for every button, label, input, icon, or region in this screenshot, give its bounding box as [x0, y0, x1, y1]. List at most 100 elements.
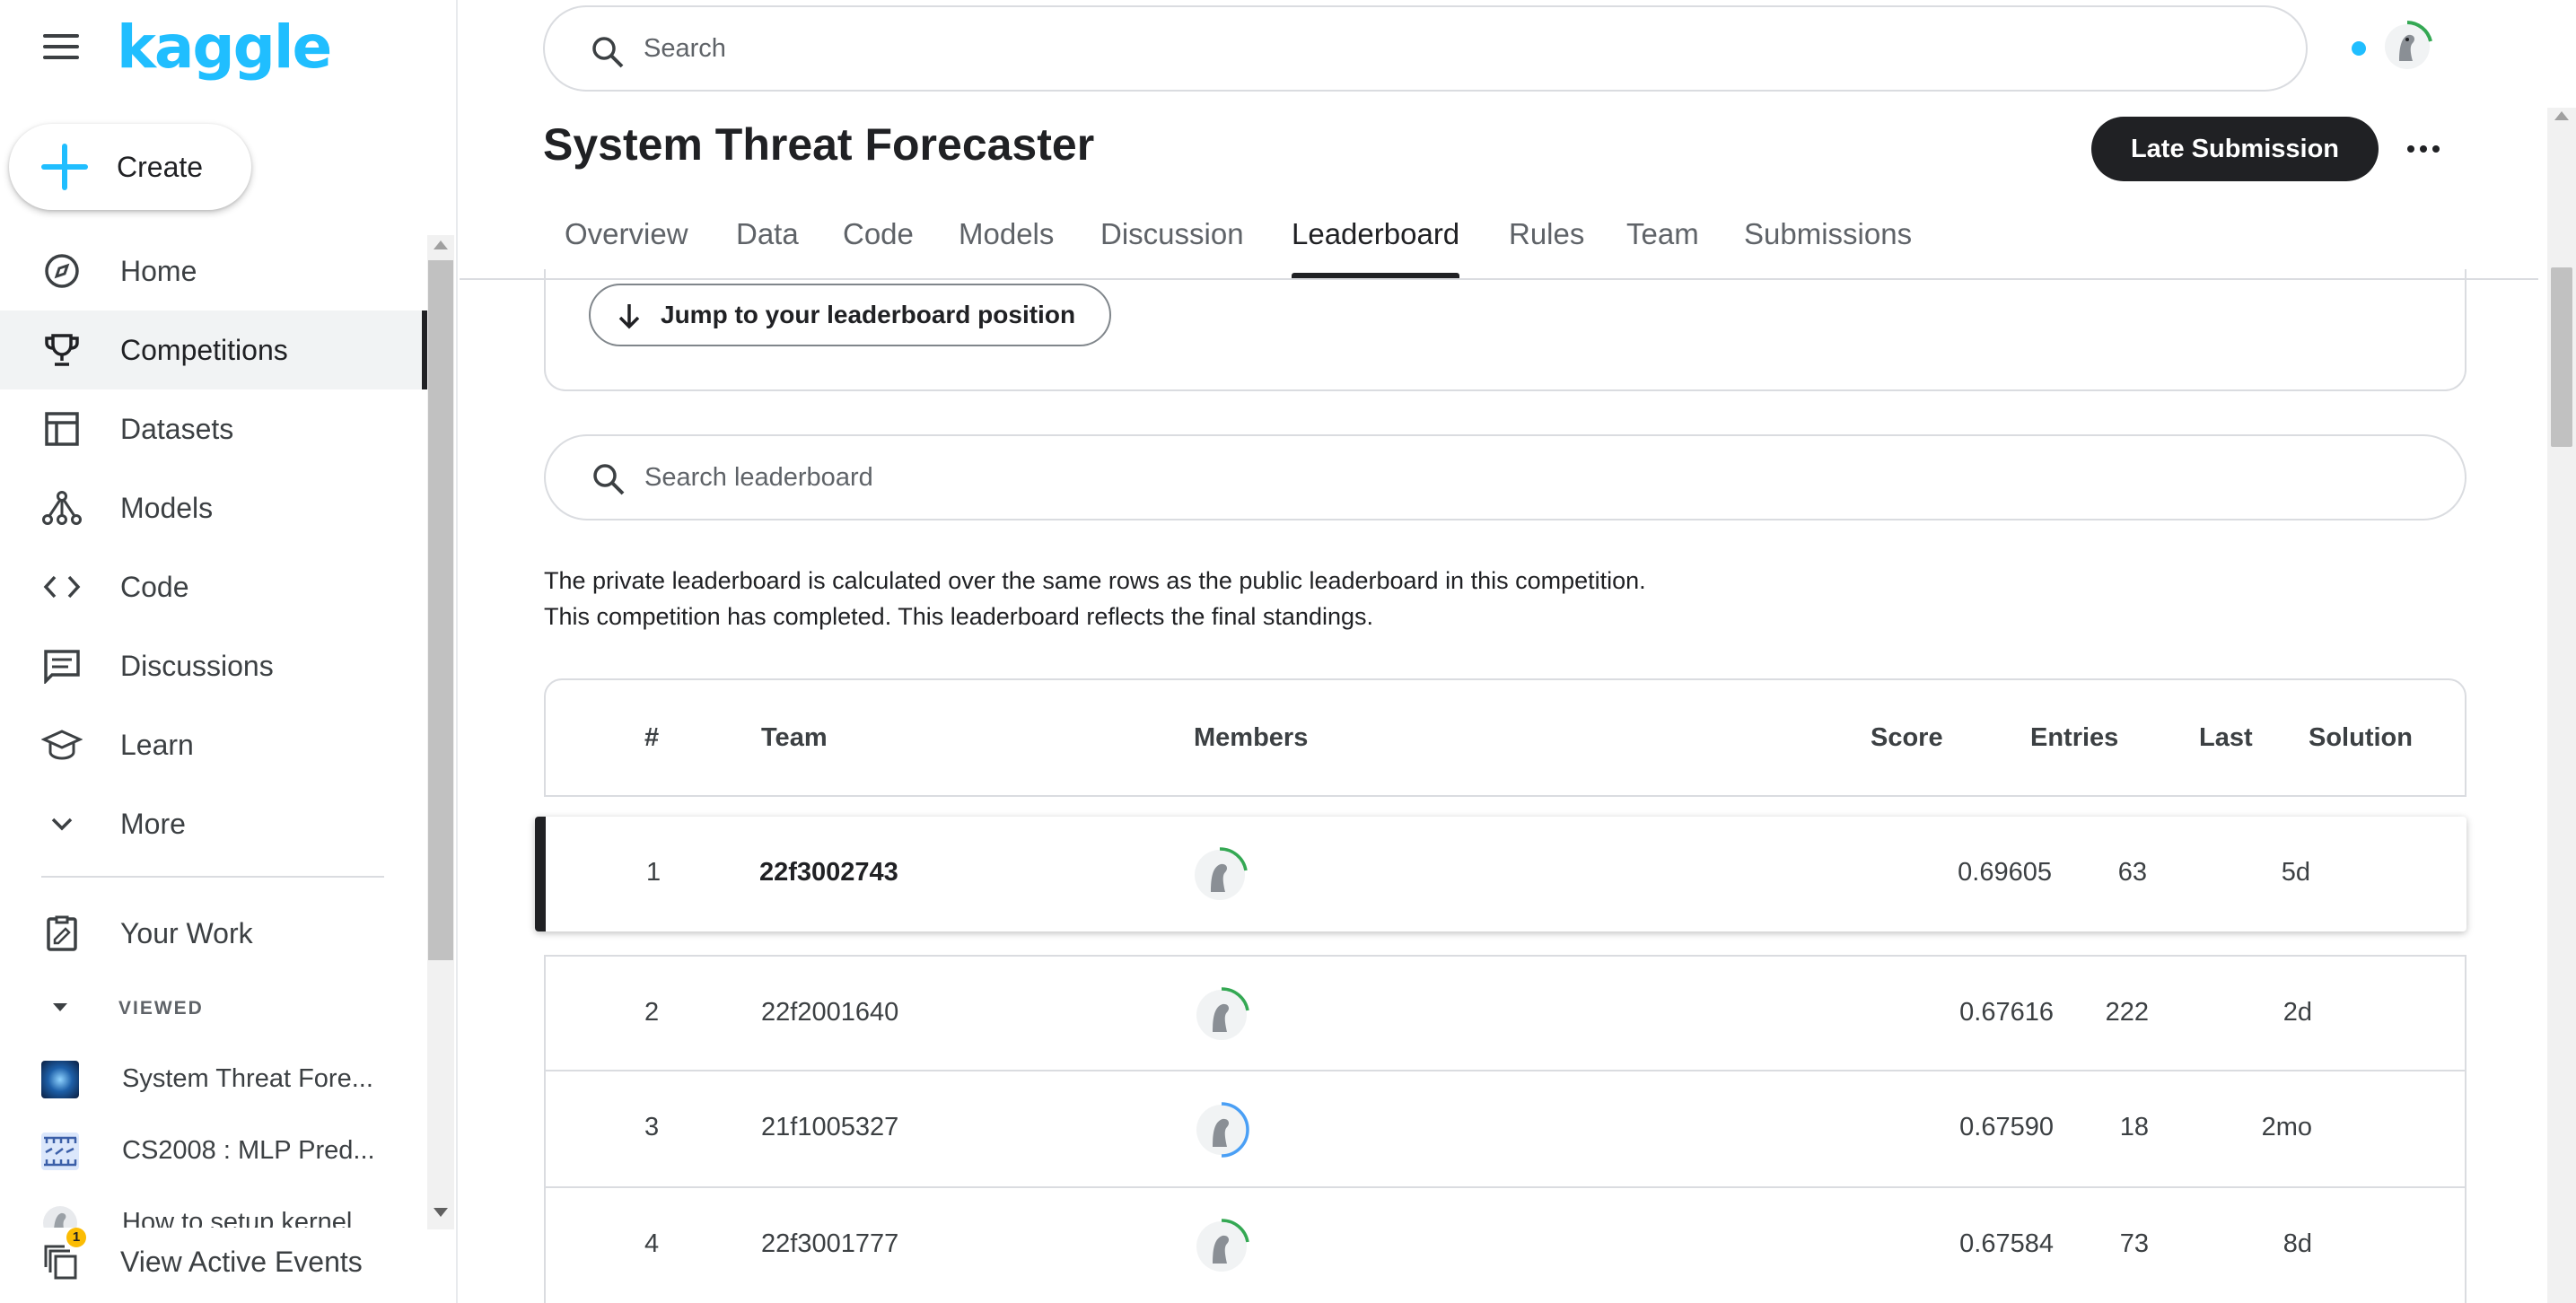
models-icon [42, 491, 82, 525]
sidebar-item-label: Models [120, 491, 214, 524]
column-header-score[interactable]: Score [1871, 723, 1943, 753]
leaderboard-search-placeholder: Search leaderboard [644, 463, 873, 492]
more-options-icon[interactable] [2405, 131, 2441, 167]
column-header-solution: Solution [2309, 723, 2413, 752]
avatar[interactable] [1192, 1100, 1251, 1159]
leaderboard-header: # Team Members Score Entries Last Soluti… [544, 678, 2466, 797]
sidebar-item-datasets[interactable]: Datasets [0, 389, 427, 468]
trophy-icon [45, 334, 79, 366]
clipboard-icon [47, 915, 77, 951]
view-active-events-button[interactable]: 1 View Active Events [0, 1228, 427, 1299]
row-rank: 2 [644, 998, 660, 1027]
sidebar-item-label: Discussions [120, 649, 274, 682]
avatar[interactable] [1192, 985, 1251, 1045]
viewed-label: VIEWED [118, 998, 204, 1019]
competition-thumbnail [41, 1061, 79, 1098]
user-avatar[interactable] [2380, 20, 2434, 74]
row-rank: 1 [646, 858, 662, 887]
page-title: System Threat Forecaster [543, 119, 1095, 170]
competition-thumbnail [41, 1132, 79, 1170]
scroll-up-arrow-icon[interactable] [434, 240, 448, 249]
table-icon [45, 412, 79, 446]
table-row[interactable]: 4 22f3001777 0.67584 73 8d [544, 1188, 2466, 1303]
row-entries: 222 [2105, 998, 2149, 1027]
sidebar-item-label: More [120, 807, 186, 840]
jump-to-position-button[interactable]: Jump to your leaderboard position [589, 284, 1111, 346]
row-rank: 3 [644, 1113, 660, 1141]
row-last: 8d [2282, 1229, 2312, 1258]
row-rank: 4 [644, 1229, 660, 1258]
row-team-name[interactable]: 22f3002743 [759, 858, 898, 888]
row-team-name[interactable]: 22f3001777 [761, 1229, 898, 1259]
search-icon [592, 37, 624, 68]
sidebar: kaggle Create Home Competitions Datasets… [0, 0, 458, 1303]
compass-icon [45, 254, 79, 288]
page-scrollbar-thumb[interactable] [2551, 267, 2572, 447]
sidebar-item-competitions[interactable]: Competitions [0, 310, 427, 389]
row-score: 0.67616 [1959, 998, 2054, 1027]
code-icon [43, 575, 81, 599]
tab-submissions[interactable]: Submissions [1744, 210, 1912, 278]
viewed-item-label: CS2008 : MLP Pred... [122, 1136, 375, 1165]
sidebar-item-models[interactable]: Models [0, 468, 427, 547]
tab-discussion[interactable]: Discussion [1100, 210, 1244, 278]
row-last: 2d [2282, 998, 2312, 1027]
viewed-item-label: System Threat Fore... [122, 1064, 373, 1093]
sidebar-item-label: Your Work [120, 916, 253, 949]
row-score: 0.69605 [1958, 858, 2052, 887]
sidebar-item-learn[interactable]: Learn [0, 705, 427, 784]
row-team-name[interactable]: 22f2001640 [761, 998, 898, 1028]
active-events-label: View Active Events [120, 1246, 363, 1278]
late-submission-button[interactable]: Late Submission [2091, 117, 2379, 181]
tab-rules[interactable]: Rules [1509, 210, 1584, 278]
stacked-windows-icon [44, 1245, 77, 1280]
column-header-last[interactable]: Last [2199, 723, 2253, 753]
sidebar-item-label: Home [120, 254, 197, 287]
sidebar-item-code[interactable]: Code [0, 547, 427, 626]
row-team-name[interactable]: 21f1005327 [761, 1113, 898, 1142]
sidebar-item-home[interactable]: Home [0, 232, 427, 310]
avatar[interactable] [1192, 1217, 1251, 1276]
viewed-item[interactable]: CS2008 : MLP Pred... [0, 1116, 427, 1188]
sidebar-scrollbar-thumb[interactable] [428, 260, 453, 960]
column-header-entries[interactable]: Entries [2030, 723, 2118, 753]
arrow-down-icon [618, 304, 640, 329]
table-row[interactable]: 2 22f2001640 0.67616 222 2d [544, 955, 2466, 1071]
chevron-down-icon [51, 818, 73, 831]
sidebar-nav: Home Competitions Datasets Models Code D… [0, 232, 427, 1237]
viewed-item[interactable]: System Threat Fore... [0, 1045, 427, 1116]
column-header-rank[interactable]: # [644, 723, 659, 753]
sidebar-item-label: Competitions [120, 333, 288, 366]
sidebar-item-discussions[interactable]: Discussions [0, 626, 427, 705]
create-button[interactable]: Create [9, 124, 251, 210]
tab-overview[interactable]: Overview [565, 210, 688, 278]
row-entries: 63 [2117, 858, 2147, 887]
sidebar-item-more[interactable]: More [0, 784, 427, 863]
scroll-down-arrow-icon[interactable] [434, 1208, 448, 1217]
kaggle-logo[interactable]: kaggle [117, 13, 332, 82]
sidebar-item-label: Learn [120, 728, 194, 761]
tab-data[interactable]: Data [736, 210, 799, 278]
row-score: 0.67590 [1959, 1113, 2054, 1141]
notification-dot [2352, 41, 2366, 56]
avatar[interactable] [1190, 845, 1249, 905]
caret-down-icon [53, 1003, 67, 1011]
scroll-up-arrow-icon[interactable] [2554, 111, 2569, 120]
table-row[interactable]: 3 21f1005327 0.67590 18 2mo [544, 1071, 2466, 1188]
row-last: 5d [2281, 858, 2310, 887]
tab-models[interactable]: Models [959, 210, 1054, 278]
leaderboard-search-input[interactable]: Search leaderboard [544, 434, 2466, 520]
active-events-badge: 1 [66, 1228, 86, 1247]
search-input[interactable]: Search [543, 5, 2308, 92]
column-header-members: Members [1194, 723, 1309, 752]
tab-team[interactable]: Team [1626, 210, 1699, 278]
menu-icon[interactable] [43, 34, 79, 59]
column-header-team[interactable]: Team [761, 723, 828, 753]
tab-code[interactable]: Code [843, 210, 914, 278]
sidebar-item-your-work[interactable]: Your Work [0, 894, 427, 973]
tab-leaderboard[interactable]: Leaderboard [1292, 210, 1460, 278]
table-row[interactable]: 1 22f3002743 0.69605 63 5d [535, 817, 2466, 931]
viewed-section-toggle[interactable]: VIEWED [0, 980, 427, 1034]
row-last: 2mo [2261, 1113, 2312, 1141]
search-icon [593, 464, 625, 495]
